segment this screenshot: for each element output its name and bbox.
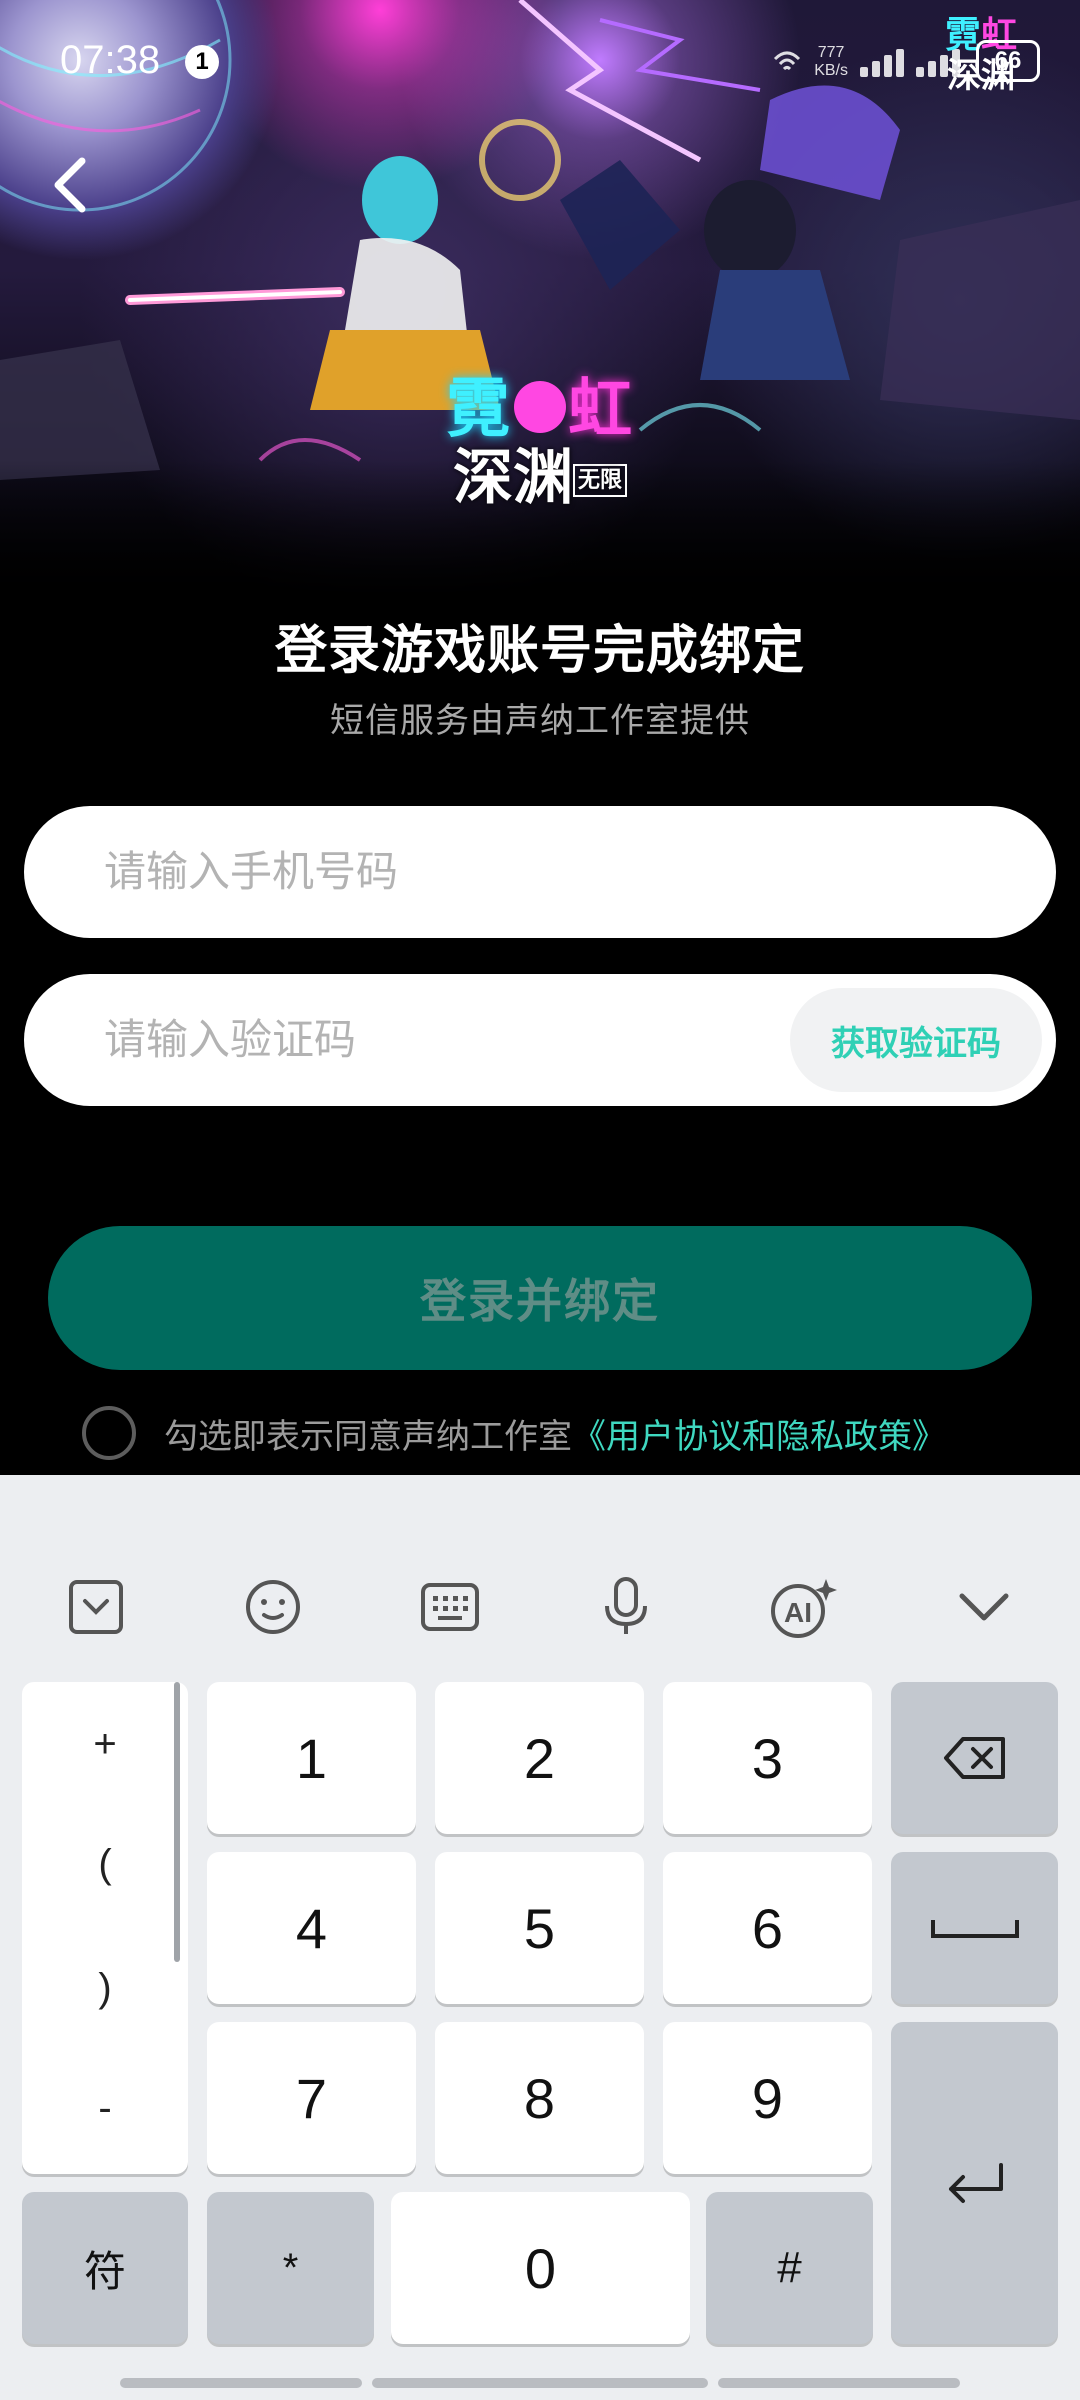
gesture-bar-center[interactable] [372, 2378, 708, 2388]
logo-char-right: 虹 [568, 373, 634, 447]
page-title: 登录游戏账号完成绑定 [274, 622, 805, 680]
symbol-scrollbar[interactable] [174, 1682, 180, 1962]
net-speed: 777 KB/s [814, 44, 848, 80]
svg-text:AI: AI [784, 1597, 812, 1628]
mic-icon[interactable] [576, 1547, 676, 1667]
logo-tag: 无限 [572, 464, 627, 498]
backspace-key[interactable] [891, 1682, 1058, 1834]
get-code-button[interactable]: 获取验证码 [790, 988, 1042, 1092]
symbol-plus-key[interactable]: + [22, 1722, 188, 1767]
symbol-minus-key[interactable]: - [22, 2086, 188, 2131]
backspace-icon [943, 1737, 1005, 1779]
chevron-left-icon [54, 157, 86, 213]
digit-key-4[interactable]: 4 [207, 1852, 416, 2004]
verification-code-input[interactable] [102, 974, 742, 1106]
notification-badge: 1 [185, 45, 219, 79]
logo-char-left: 霓 [446, 373, 512, 447]
symbols-key[interactable]: 符 [22, 2192, 188, 2344]
enter-icon [948, 2163, 1003, 2203]
page-subtitle: 短信服务由声纳工作室提供 [330, 702, 750, 740]
agreement-text: 勾选即表示同意声纳工作室 [164, 1417, 572, 1456]
enter-key[interactable] [891, 2022, 1058, 2344]
ai-icon[interactable]: AI [753, 1547, 853, 1667]
digit-key-1[interactable]: 1 [207, 1682, 416, 1834]
phone-input[interactable] [102, 806, 742, 938]
status-bar: 07:38 1 777 KB/s 霓虹 深渊 66 [0, 0, 1080, 120]
gesture-bar-right [718, 2378, 960, 2388]
star-key[interactable]: * [207, 2192, 374, 2344]
logo-subtitle: 深渊 [452, 443, 573, 513]
logo-face-icon [514, 381, 566, 434]
net-speed-unit: KB/s [814, 62, 848, 79]
digit-key-2[interactable]: 2 [435, 1682, 644, 1834]
collapse-icon[interactable] [46, 1547, 146, 1667]
space-key[interactable] [891, 1852, 1058, 2004]
digit-key-8[interactable]: 8 [435, 2022, 644, 2174]
keyboard-toolbar: AI [0, 1547, 1080, 1667]
agreement-checkbox[interactable] [82, 1406, 136, 1460]
battery-indicator: 66 [976, 40, 1040, 82]
digit-key-7[interactable]: 7 [207, 2022, 416, 2174]
login-bind-button[interactable]: 登录并绑定 [48, 1226, 1032, 1370]
symbol-close-paren-key[interactable]: ) [22, 1966, 188, 2011]
chevron-down-icon[interactable] [934, 1547, 1034, 1667]
net-speed-value: 777 [817, 44, 845, 61]
space-icon [930, 1920, 1019, 1938]
hash-key[interactable]: # [706, 2192, 873, 2344]
digit-key-0[interactable]: 0 [391, 2192, 690, 2344]
digit-key-5[interactable]: 5 [435, 1852, 644, 2004]
phone-field-container [24, 806, 1056, 938]
wifi-icon [774, 51, 801, 71]
keyboard-icon[interactable] [400, 1547, 500, 1667]
symbol-open-paren-key[interactable]: ( [22, 1842, 188, 1887]
symbol-column[interactable]: + ( ) - [22, 1682, 188, 2174]
signal-icon [860, 47, 904, 77]
agreement-link[interactable]: 《用户协议和隐私政策》 [572, 1409, 946, 1458]
game-logo: 霓虹 深渊 无限 [430, 375, 650, 525]
emoji-icon[interactable] [223, 1547, 323, 1667]
gesture-bar-left [120, 2378, 362, 2388]
back-button[interactable] [40, 150, 100, 220]
digit-key-6[interactable]: 6 [663, 1852, 872, 2004]
status-time: 07:38 [60, 38, 161, 82]
agreement-row: 勾选即表示同意声纳工作室 《用户协议和隐私政策》 [82, 1404, 1062, 1462]
code-field-container: 获取验证码 [24, 974, 1056, 1106]
digit-key-3[interactable]: 3 [663, 1682, 872, 1834]
digit-key-9[interactable]: 9 [663, 2022, 872, 2174]
